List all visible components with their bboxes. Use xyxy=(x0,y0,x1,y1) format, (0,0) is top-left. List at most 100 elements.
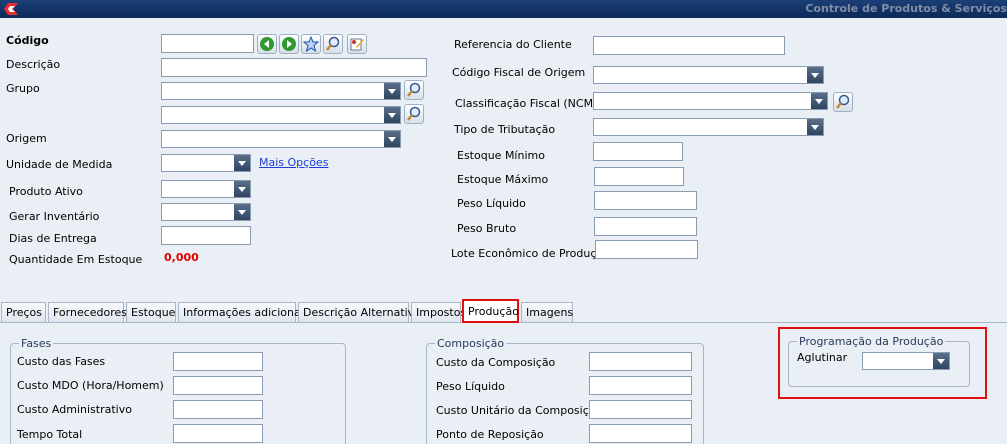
produto-ativo-label: Produto Ativo xyxy=(9,185,83,198)
chevron-down-icon xyxy=(234,181,250,197)
tab-imagens[interactable]: Imagens xyxy=(521,302,573,322)
origem-label: Origem xyxy=(6,132,47,145)
classificacao-fiscal-select[interactable] xyxy=(593,92,828,110)
edit-button[interactable] xyxy=(347,34,367,54)
tab-label: Fornecedores xyxy=(53,306,128,319)
tipo-tributacao-label: Tipo de Tributação xyxy=(454,123,556,136)
ponto-reposicao-input[interactable] xyxy=(589,424,692,443)
unidade-medida-label: Unidade de Medida xyxy=(6,158,113,171)
tab-precos[interactable]: Preços xyxy=(1,302,46,322)
composicao-legend: Composição xyxy=(435,337,507,350)
edit-icon xyxy=(350,38,364,51)
codigo-input[interactable] xyxy=(161,34,254,53)
peso-liquido-composicao-label: Peso Líquido xyxy=(436,380,505,393)
tab-estoque[interactable]: Estoque xyxy=(126,302,176,322)
tab-label: Estoque xyxy=(131,306,176,319)
peso-liquido-label: Peso Líquido xyxy=(457,197,526,210)
programacao-legend: Programação da Produção xyxy=(797,335,946,348)
window-title: Controle de Produtos & Serviços xyxy=(805,2,1007,15)
custo-composicao-input[interactable] xyxy=(589,352,692,371)
referencia-cliente-input[interactable] xyxy=(593,36,785,55)
classificacao-fiscal-label: Classificação Fiscal (NCM) xyxy=(455,97,598,110)
tab-label: Impostos xyxy=(416,306,467,319)
dias-entrega-label: Dias de Entrega xyxy=(9,232,97,245)
estoque-minimo-label: Estoque Mínimo xyxy=(457,149,545,162)
aglutinar-label: Aglutinar xyxy=(797,351,848,364)
codigo-fiscal-origem-label: Código Fiscal de Origem xyxy=(452,66,586,79)
chevron-down-icon xyxy=(384,107,400,123)
custo-mdo-input[interactable] xyxy=(173,376,263,395)
custo-fases-label: Custo das Fases xyxy=(17,355,106,368)
codigo-fiscal-origem-select[interactable] xyxy=(593,66,824,84)
gerar-inventario-label: Gerar Inventário xyxy=(9,210,100,223)
previous-icon xyxy=(260,37,274,51)
descricao-input[interactable] xyxy=(161,58,427,77)
estoque-maximo-label: Estoque Máximo xyxy=(457,173,549,186)
peso-liquido-input[interactable] xyxy=(594,191,697,210)
mais-opcoes-link[interactable]: Mais Opções xyxy=(259,156,328,169)
tab-producao[interactable]: Produção xyxy=(462,299,519,323)
unidade-medida-select[interactable] xyxy=(161,154,251,172)
tab-impostos[interactable]: Impostos xyxy=(411,302,466,322)
gerar-inventario-select[interactable] xyxy=(161,203,251,221)
tab-label: Informações adicionais xyxy=(183,306,310,319)
search-icon xyxy=(407,82,421,97)
title-bar: Controle de Produtos & Serviços xyxy=(0,0,1007,18)
chevron-down-icon xyxy=(807,119,823,135)
produto-ativo-select[interactable] xyxy=(161,180,251,198)
lote-economico-input[interactable] xyxy=(595,240,698,259)
grupo-select[interactable] xyxy=(161,82,401,100)
subgrupo-select[interactable] xyxy=(161,106,401,124)
quantidade-estoque-value: 0,000 xyxy=(164,251,199,264)
chevron-down-icon xyxy=(811,93,827,109)
chevron-down-icon xyxy=(234,204,250,220)
previous-button[interactable] xyxy=(257,34,277,54)
lote-economico-label: Lote Econômico de Produção xyxy=(451,247,610,260)
custo-unitario-input[interactable] xyxy=(589,400,692,419)
tab-descricao-alternativa[interactable]: Descrição Alternativa xyxy=(298,302,421,322)
tab-label: Descrição Alternativa xyxy=(303,306,421,319)
origem-select[interactable] xyxy=(161,130,401,148)
codigo-label: Código xyxy=(6,34,49,47)
classificacao-search-button[interactable] xyxy=(833,92,853,112)
estoque-maximo-input[interactable] xyxy=(594,167,684,186)
tab-label: Imagens xyxy=(526,306,574,319)
next-button[interactable] xyxy=(279,34,299,54)
tab-fornecedores[interactable]: Fornecedores xyxy=(48,302,128,322)
referencia-cliente-label: Referencia do Cliente xyxy=(454,38,572,51)
next-icon xyxy=(282,37,296,51)
grupo-search-button[interactable] xyxy=(404,80,424,100)
chevron-down-icon xyxy=(807,67,823,83)
chevron-down-icon xyxy=(933,353,949,369)
grupo-label: Grupo xyxy=(6,82,40,95)
tab-label: Produção xyxy=(468,305,519,318)
chevron-down-icon xyxy=(384,83,400,99)
quantidade-estoque-label: Quantidade Em Estoque xyxy=(9,253,143,266)
chevron-down-icon xyxy=(384,131,400,147)
tab-label: Preços xyxy=(6,306,42,319)
search-button[interactable] xyxy=(323,34,343,54)
custo-administrativo-input[interactable] xyxy=(173,400,263,419)
favorite-button[interactable] xyxy=(301,34,321,54)
custo-mdo-label: Custo MDO (Hora/Homem) xyxy=(17,379,164,392)
estoque-minimo-input[interactable] xyxy=(593,142,683,161)
descricao-label: Descrição xyxy=(6,58,61,71)
subgrupo-search-button[interactable] xyxy=(404,104,424,124)
aglutinar-select[interactable] xyxy=(862,352,950,370)
chevron-down-icon xyxy=(234,155,250,171)
custo-unitario-label: Custo Unitário da Composição xyxy=(436,404,603,417)
tipo-tributacao-select[interactable] xyxy=(593,118,824,136)
star-icon xyxy=(303,36,319,52)
search-icon xyxy=(836,94,850,109)
custo-administrativo-label: Custo Administrativo xyxy=(17,403,132,416)
dias-entrega-input[interactable] xyxy=(161,226,251,245)
tempo-total-input[interactable] xyxy=(173,424,263,443)
fases-legend: Fases xyxy=(19,337,54,350)
tab-informacoes-adicionais[interactable]: Informações adicionais xyxy=(178,302,310,322)
app-logo-icon xyxy=(4,3,18,15)
custo-fases-input[interactable] xyxy=(173,352,263,371)
search-icon xyxy=(326,36,340,51)
peso-bruto-label: Peso Bruto xyxy=(457,222,517,235)
peso-bruto-input[interactable] xyxy=(594,217,697,236)
peso-liquido-composicao-input[interactable] xyxy=(589,376,692,395)
